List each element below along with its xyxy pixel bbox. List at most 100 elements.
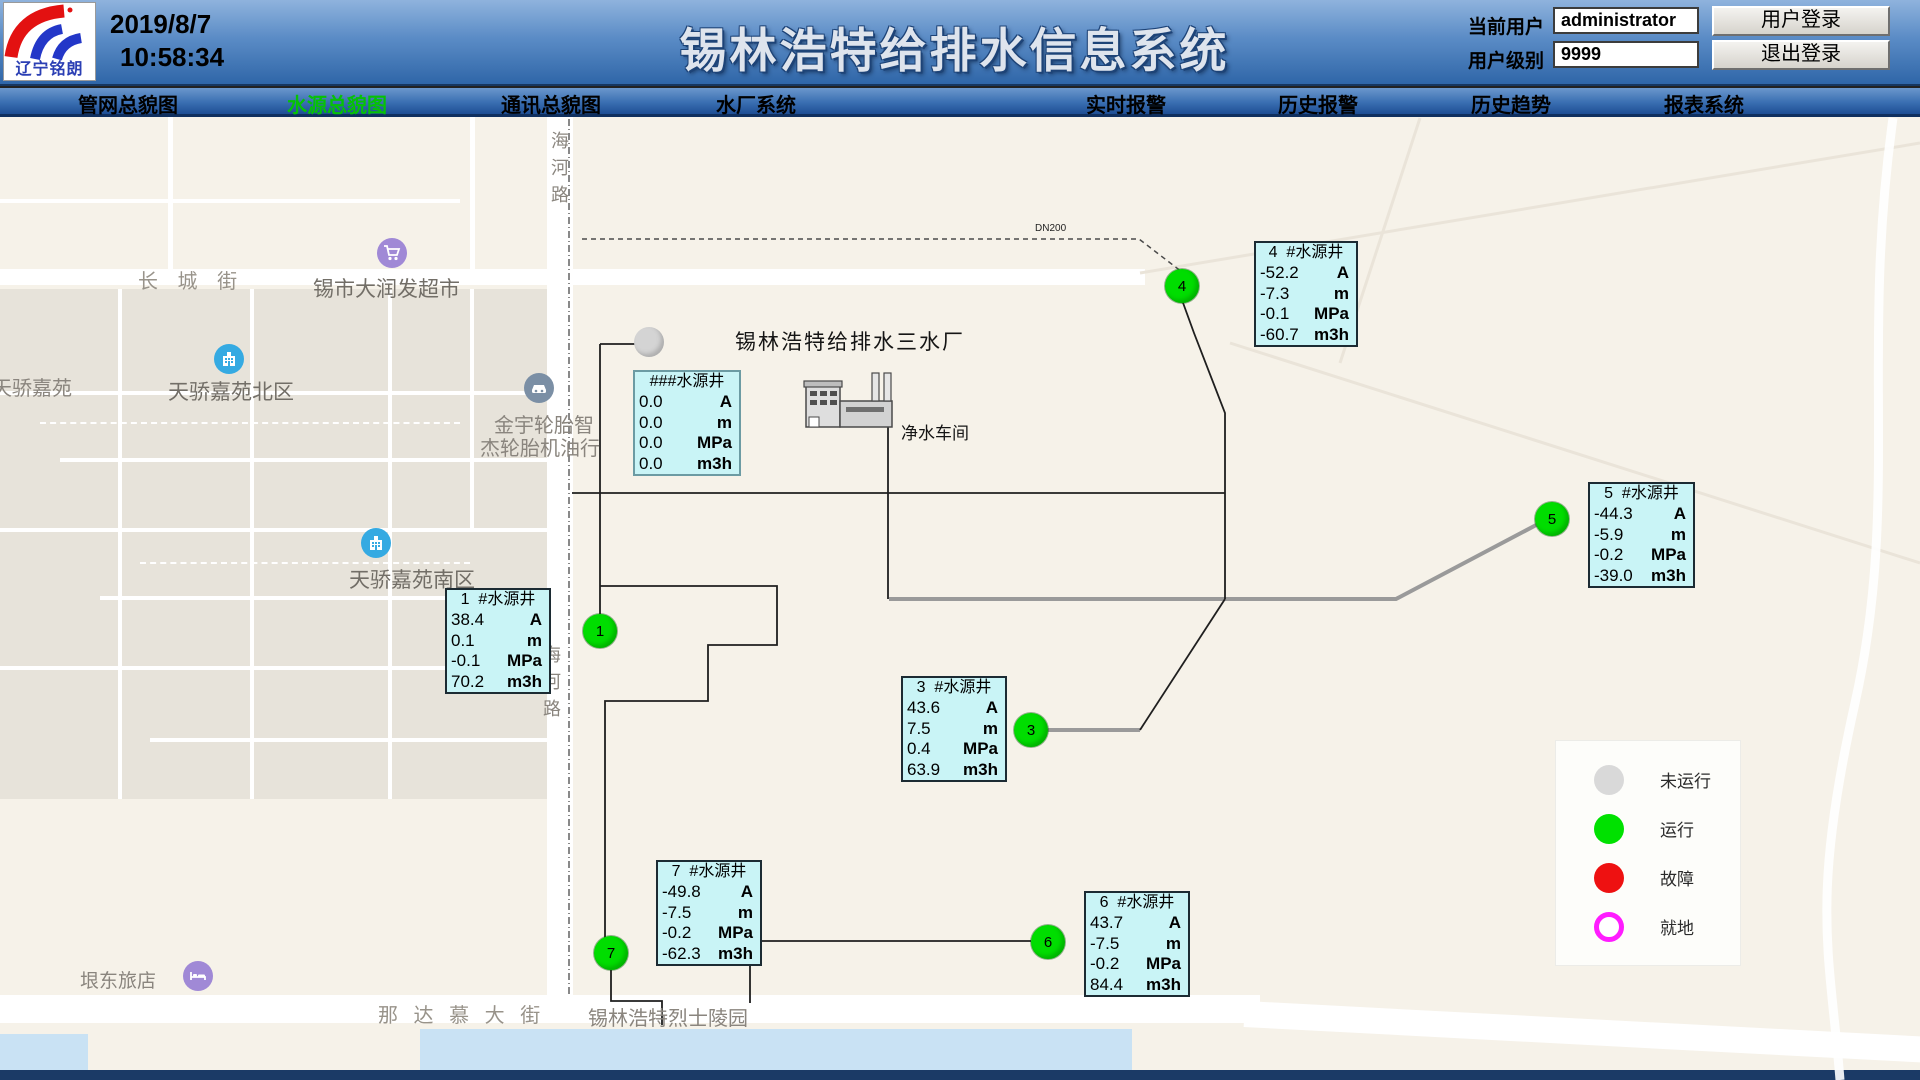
scada-window: 辽宁铭朗 2019/8/7 10:58:34 锡林浩特给排水信息系统 当前用户 … [0, 0, 1920, 1080]
well-level: -7.5 [1090, 934, 1119, 955]
street-label-haihe-top: 海河路 [546, 131, 572, 212]
well-level: 0.0 [639, 413, 663, 434]
nav-report-system[interactable]: 报表系统 [1664, 89, 1744, 118]
well-flow: 84.4 [1090, 975, 1123, 996]
user-level-label: 用户级别 [1468, 46, 1544, 73]
poi-label-lieshi: 锡林浩特烈士陵园 [588, 1002, 748, 1031]
hotel-bed-icon [183, 961, 213, 991]
well-panel-title: ###水源井 [635, 372, 739, 392]
well-panel-title: 5 #水源井 [1590, 484, 1693, 504]
street-label-changcheng: 长 城 街 [138, 265, 244, 294]
page-title: 锡林浩特给排水信息系统 [680, 12, 1230, 81]
map-road [40, 422, 460, 424]
well-level: -7.3 [1260, 284, 1289, 305]
well-panel-title: 3 #水源井 [903, 678, 1005, 698]
dn200-pipe-dashed [582, 239, 1182, 272]
well-flow: 63.9 [907, 760, 940, 781]
well-marker-3[interactable]: 3 [1014, 713, 1048, 747]
user-level-field[interactable]: 9999 [1553, 41, 1699, 68]
poi-label-jinyu-2: 杰轮胎机油行 [480, 432, 600, 461]
well-panel-6: 6 #水源井 43.7A -7.5m -0.2MPa 84.4m3h [1084, 891, 1190, 997]
well-flow: 0.0 [639, 454, 663, 475]
nav-water-source-overview[interactable]: 水源总貌图 [287, 89, 387, 118]
well-flow: -39.0 [1594, 566, 1633, 587]
map-road [168, 117, 173, 269]
datetime: 2019/8/7 10:58:34 [110, 8, 224, 74]
logo-arcs-icon [4, 3, 95, 63]
residence-building-icon [214, 344, 244, 374]
well-marker-4[interactable]: 4 [1165, 269, 1199, 303]
well-level: 7.5 [907, 719, 931, 740]
well-pressure: -0.2 [662, 923, 691, 944]
nav-pipe-network-overview[interactable]: 管网总貌图 [78, 89, 178, 118]
supermarket-cart-icon [377, 238, 407, 268]
nav-water-plant-system[interactable]: 水厂系统 [716, 89, 796, 118]
well-pressure: -0.1 [1260, 304, 1289, 325]
logo-text: 辽宁铭朗 [4, 55, 95, 79]
well-panel-title: 4 #水源井 [1256, 243, 1356, 263]
nav-communication-overview[interactable]: 通讯总貌图 [501, 89, 601, 118]
current-user-field[interactable]: administrator [1553, 7, 1699, 34]
plant-title: 锡林浩特给排水三水厂 [735, 326, 965, 356]
main-nav: 管网总貌图 水源总貌图 通讯总貌图 水厂系统 实时报警 历史报警 历史趋势 报表… [0, 88, 1920, 117]
well-panel-3: 3 #水源井 43.6A 7.5m 0.4MPa 63.9m3h [901, 676, 1007, 782]
pipe-diameter-label: DN200 [1035, 223, 1066, 234]
poi-label-kendong: 垠东旅店 [80, 966, 156, 993]
fault-status-icon [1594, 863, 1624, 893]
well-current: 43.6 [907, 698, 940, 719]
well-current: -52.2 [1260, 263, 1299, 284]
well-current: 0.0 [639, 392, 663, 413]
workshop-label: 净水车间 [901, 419, 969, 444]
map-road [470, 117, 475, 269]
street-label-nadamu: 那 达 慕 大 街 [378, 999, 545, 1028]
map-road [470, 289, 474, 529]
header: 辽宁铭朗 2019/8/7 10:58:34 锡林浩特给排水信息系统 当前用户 … [0, 0, 1920, 86]
nav-history-trend[interactable]: 历史趋势 [1471, 89, 1551, 118]
well-marker-1[interactable]: 1 [583, 614, 617, 648]
company-logo: 辽宁铭朗 [3, 2, 96, 81]
nav-realtime-alarm[interactable]: 实时报警 [1086, 89, 1166, 118]
well-level: -5.9 [1594, 525, 1623, 546]
main-pipe-gray [889, 523, 1540, 599]
legend-item-stopped: 未运行 [1556, 755, 1740, 804]
nav-history-alarm[interactable]: 历史报警 [1278, 89, 1358, 118]
login-button[interactable]: 用户登录 [1712, 6, 1890, 36]
map-canvas[interactable]: 长 城 街 锡市大润发超市 天骄嘉苑 天骄嘉苑北区 金宇轮胎智 杰轮胎机油行 天… [0, 117, 1920, 1080]
current-time: 10:58:34 [110, 41, 224, 74]
well-marker-stopped[interactable] [634, 327, 664, 357]
status-legend: 未运行 运行 故障 就地 [1555, 740, 1741, 966]
well-panel-4: 4 #水源井 -52.2A -7.3m -0.1MPa -60.7m3h [1254, 241, 1358, 347]
well-flow: -60.7 [1260, 325, 1299, 346]
poi-label-darunfa: 锡市大润发超市 [313, 273, 460, 303]
well-pressure: -0.2 [1090, 954, 1119, 975]
well-marker-7[interactable]: 7 [594, 936, 628, 970]
map-road [150, 738, 560, 742]
map-road [250, 289, 254, 799]
well-panel-unknown: ###水源井 0.0A 0.0m 0.0MPa 0.0m3h [633, 370, 741, 476]
logout-button[interactable]: 退出登录 [1712, 40, 1890, 70]
residence-building-icon [361, 528, 391, 558]
poi-label-tianjiao-north: 天骄嘉苑北区 [168, 376, 294, 406]
well-level: -7.5 [662, 903, 691, 924]
map-road [100, 596, 470, 600]
well-current: -49.8 [662, 882, 701, 903]
map-block [0, 289, 560, 799]
haihe-road [547, 117, 573, 997]
well-pressure: 0.4 [907, 739, 931, 760]
well-current: 38.4 [451, 610, 484, 631]
local-status-icon [1594, 912, 1624, 942]
map-road [0, 528, 560, 532]
well-panel-5: 5 #水源井 -44.3A -5.9m -0.2MPa -39.0m3h [1588, 482, 1695, 588]
legend-item-running: 运行 [1556, 804, 1740, 853]
well-flow: 70.2 [451, 672, 484, 693]
well-current: 43.7 [1090, 913, 1123, 934]
well-marker-5[interactable]: 5 [1535, 502, 1569, 536]
current-date: 2019/8/7 [110, 8, 224, 41]
well-pressure: 0.0 [639, 433, 663, 454]
legend-item-fault: 故障 [1556, 853, 1740, 902]
running-status-icon [1594, 814, 1624, 844]
current-user-label: 当前用户 [1468, 12, 1544, 39]
well-marker-6[interactable]: 6 [1031, 925, 1065, 959]
factory-icon [804, 373, 892, 427]
well-panel-title: 7 #水源井 [658, 862, 760, 882]
